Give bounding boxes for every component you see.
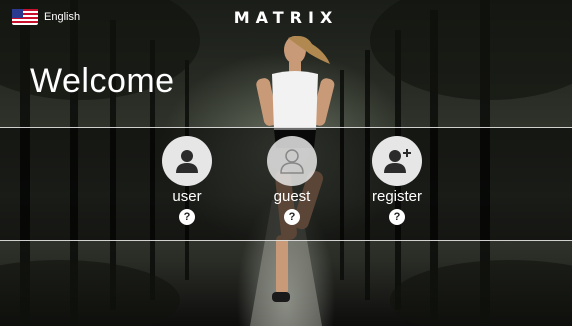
user-label: user	[172, 188, 202, 205]
add-user-icon	[384, 149, 411, 173]
guest-help-icon[interactable]: ?	[284, 209, 300, 225]
user-avatar-button[interactable]	[162, 136, 212, 186]
guest-avatar-button[interactable]	[267, 136, 317, 186]
register-avatar-button[interactable]	[372, 136, 422, 186]
matrix-logo: MATRIX	[233, 8, 339, 27]
guest-icon	[280, 149, 304, 174]
user-icon	[176, 150, 198, 173]
user-option[interactable]: user ?	[142, 136, 232, 225]
register-help-icon[interactable]: ?	[389, 209, 405, 225]
guest-label: guest	[273, 188, 311, 205]
welcome-screen: English MATRIX Welcome user ? guest ? re…	[0, 0, 572, 326]
login-options-bar: user ? guest ? register ?	[0, 127, 572, 241]
welcome-heading: Welcome	[30, 62, 175, 100]
register-option[interactable]: register ?	[352, 136, 442, 225]
register-label: register	[371, 188, 423, 205]
guest-option[interactable]: guest ?	[247, 136, 337, 225]
user-help-icon[interactable]: ?	[179, 209, 195, 225]
